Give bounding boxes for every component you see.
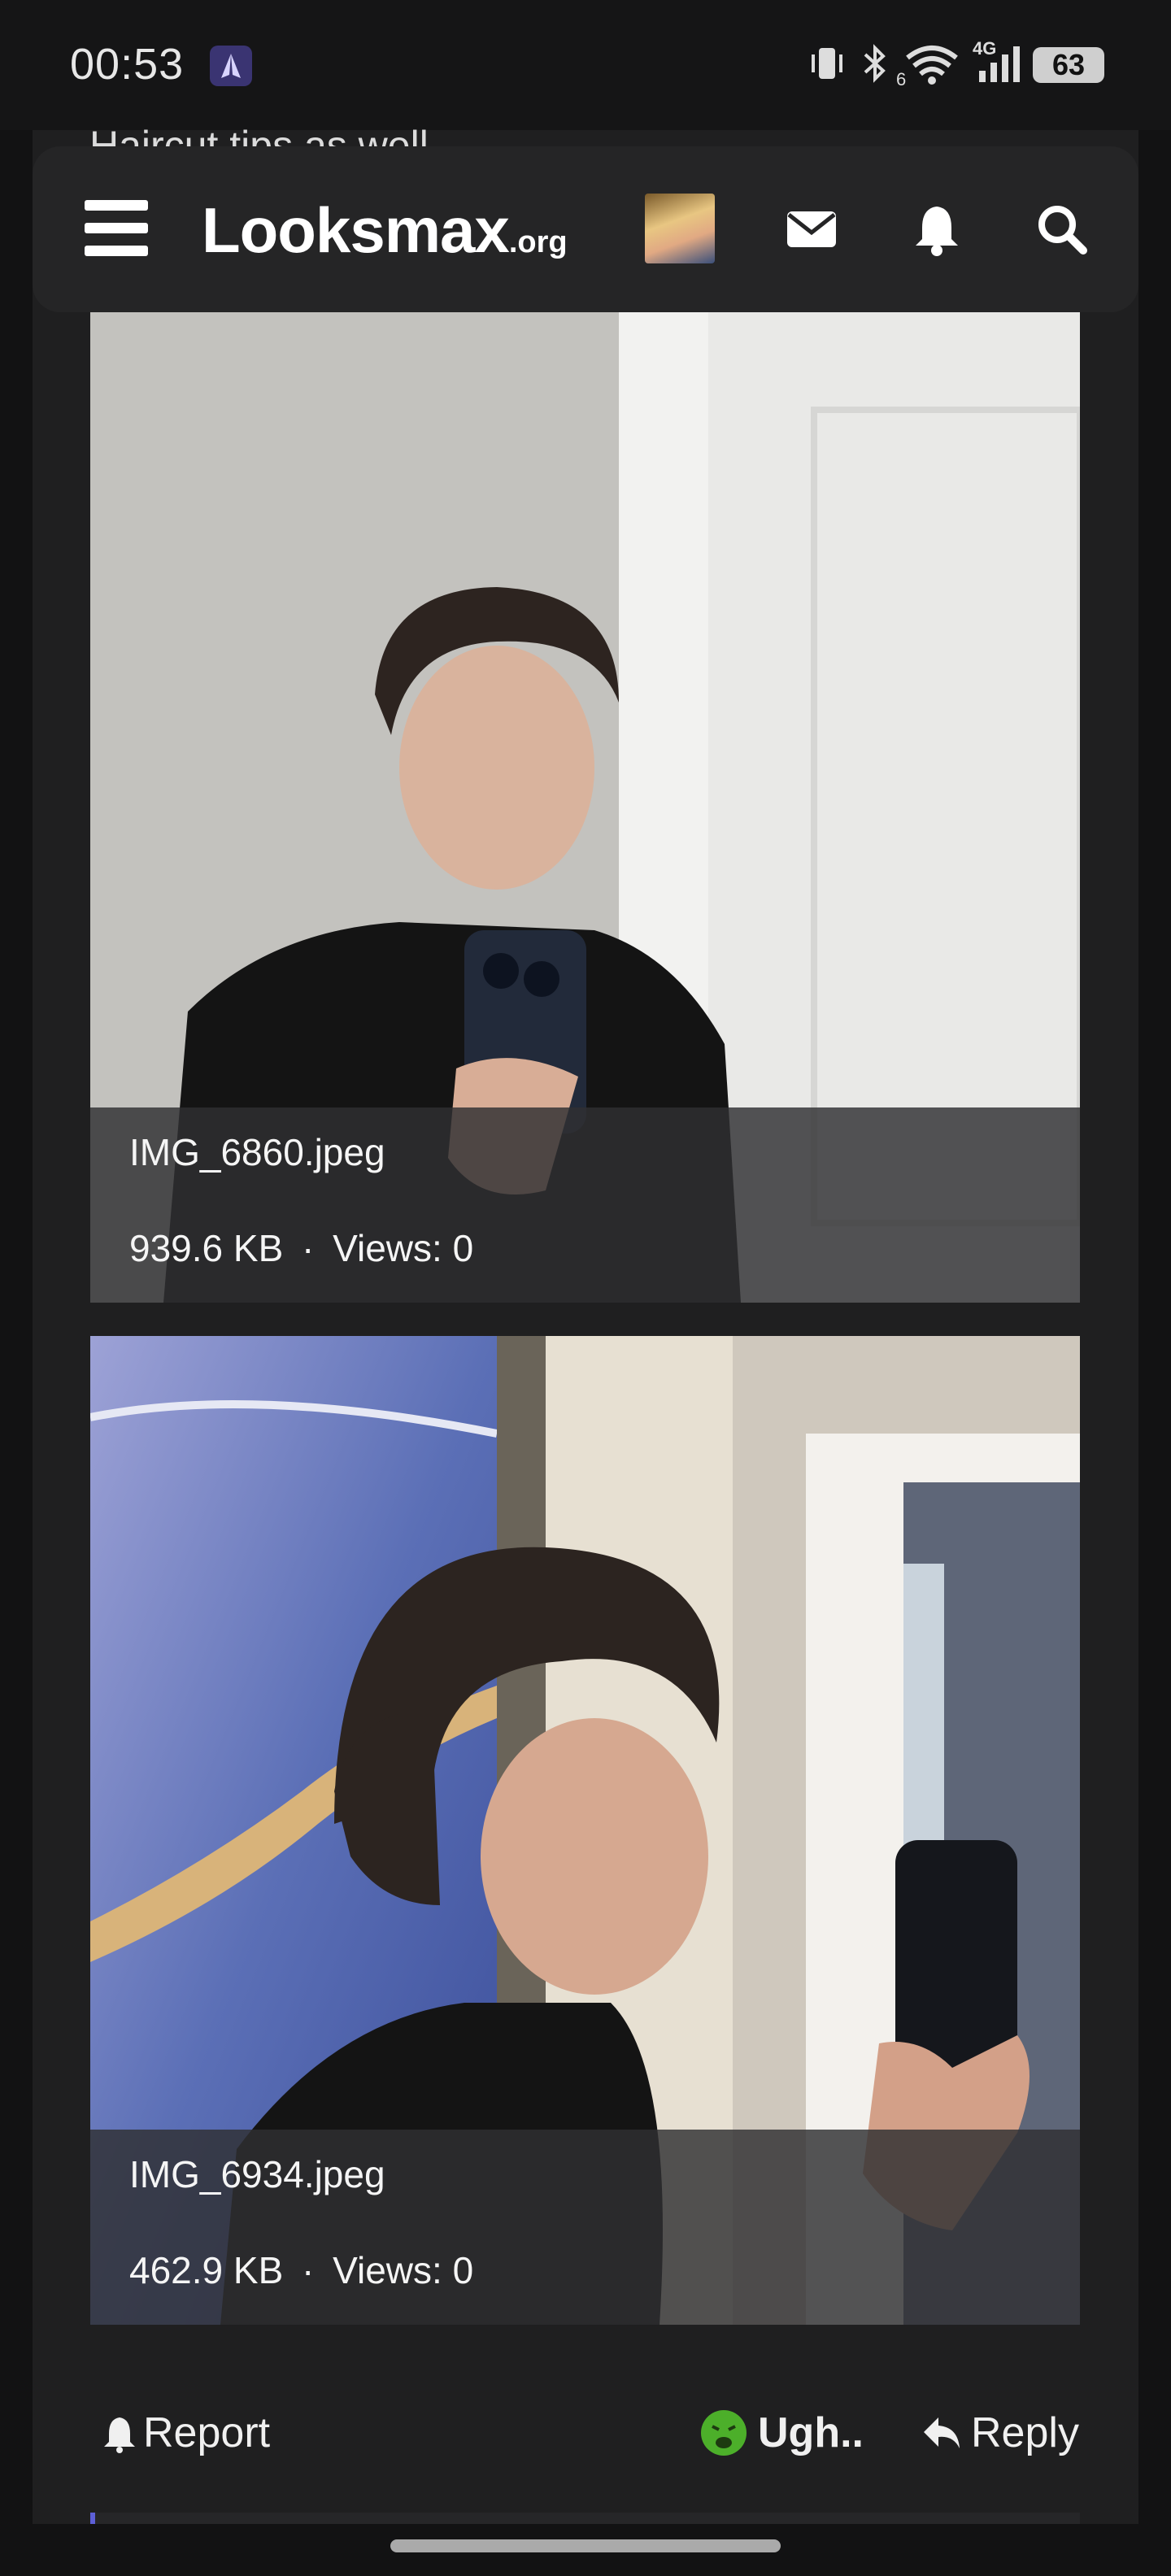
bluetooth-icon: [859, 41, 891, 89]
attachment-views: Views: 0: [333, 1227, 474, 1269]
logo-tld: .org: [508, 225, 568, 259]
mail-icon[interactable]: [779, 197, 844, 262]
bell-icon[interactable]: [904, 197, 969, 262]
logo-main: Looksmax: [202, 194, 510, 266]
report-button[interactable]: Report: [101, 2408, 270, 2457]
wifi-icon: 6: [896, 41, 961, 89]
battery-icon: 63: [1033, 47, 1104, 83]
site-header: Looksmax.org: [33, 146, 1138, 312]
network-type: 4G: [973, 37, 997, 59]
post-actions: Report Ugh.. Reply: [33, 2366, 1138, 2496]
attachment-caption-1: IMG_6860.jpeg 939.6 KB · Views: 0: [90, 1107, 1080, 1303]
attachment-size: 462.9 KB: [129, 2249, 284, 2291]
avatar[interactable]: [645, 194, 715, 263]
status-icons: 6 4G 63: [807, 37, 1104, 91]
attachment-meta: 462.9 KB · Views: 0: [129, 2248, 473, 2292]
attachment-views: Views: 0: [333, 2249, 474, 2291]
status-bar: 00:53 6 4G 63: [0, 0, 1171, 130]
report-label: Report: [143, 2409, 271, 2456]
next-post-edge: [90, 2513, 1080, 2524]
bell-icon: [104, 2417, 135, 2453]
search-icon[interactable]: [1030, 197, 1095, 262]
reply-arrow-icon: [924, 2417, 960, 2448]
home-gesture-handle[interactable]: [390, 2539, 781, 2552]
reply-button[interactable]: Reply: [921, 2408, 1079, 2457]
menu-icon[interactable]: [85, 200, 148, 257]
attachment-image-1[interactable]: IMG_6860.jpeg 939.6 KB · Views: 0: [90, 312, 1080, 1303]
attachment-meta: 939.6 KB · Views: 0: [129, 1226, 473, 1270]
attachment-filename[interactable]: IMG_6934.jpeg: [129, 2152, 385, 2196]
signal-icon: 4G: [973, 37, 1021, 89]
reaction-button[interactable]: Ugh..: [699, 2408, 864, 2457]
vibrate-icon: [807, 43, 847, 88]
wifi-level: 6: [896, 68, 907, 89]
attachment-size: 939.6 KB: [129, 1227, 284, 1269]
site-logo[interactable]: Looksmax.org: [202, 194, 568, 267]
reply-label: Reply: [971, 2409, 1079, 2456]
attachment-filename[interactable]: IMG_6860.jpeg: [129, 1130, 385, 1174]
attachment-image-2[interactable]: IMG_6934.jpeg 462.9 KB · Views: 0: [90, 1336, 1080, 2325]
sick-face-icon: [701, 2410, 747, 2456]
reaction-label: Ugh..: [758, 2409, 864, 2456]
attachment-caption-2: IMG_6934.jpeg 462.9 KB · Views: 0: [90, 2130, 1080, 2325]
meta-separator: ·: [302, 2249, 315, 2291]
app-notification-icon: [210, 46, 252, 86]
meta-separator: ·: [302, 1227, 315, 1269]
status-time: 00:53: [70, 40, 185, 89]
